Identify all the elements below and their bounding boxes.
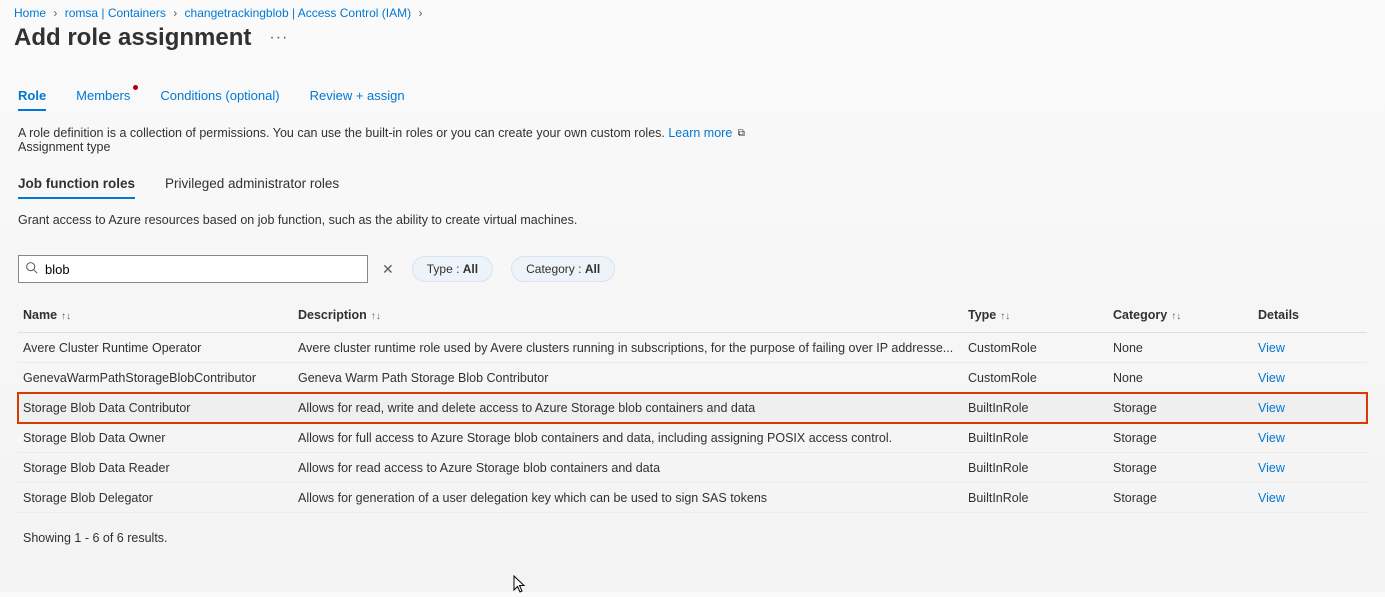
cell-type: CustomRole: [968, 371, 1113, 385]
cell-type: BuiltInRole: [968, 431, 1113, 445]
tab-review-assign[interactable]: Review + assign: [310, 88, 405, 111]
assignment-type-label: Assignment type: [18, 140, 110, 154]
cell-name: Storage Blob Data Contributor: [23, 401, 298, 415]
table-header-row: Name↑↓ Description↑↓ Type↑↓ Category↑↓ D…: [18, 297, 1367, 333]
table-row[interactable]: Storage Blob Data Reader Allows for read…: [18, 453, 1367, 483]
filter-category-value: All: [585, 262, 600, 276]
external-link-icon: ⧉: [738, 128, 745, 139]
cell-name: Storage Blob Data Reader: [23, 461, 298, 475]
cell-name: GenevaWarmPathStorageBlobContributor: [23, 371, 298, 385]
cell-type: BuiltInRole: [968, 401, 1113, 415]
filter-type-pill[interactable]: Type : All: [412, 256, 493, 282]
breadcrumb-containers[interactable]: romsa | Containers: [65, 6, 166, 20]
col-header-description[interactable]: Description↑↓: [298, 308, 968, 322]
sort-icon: ↑↓: [371, 311, 381, 322]
table-row[interactable]: GenevaWarmPathStorageBlobContributor Gen…: [18, 363, 1367, 393]
sort-icon: ↑↓: [1000, 311, 1010, 322]
view-link[interactable]: View: [1258, 431, 1285, 445]
filter-category-pill[interactable]: Category : All: [511, 256, 615, 282]
cell-description: Allows for full access to Azure Storage …: [298, 431, 968, 445]
view-link[interactable]: View: [1258, 371, 1285, 385]
subtab-privileged-admin[interactable]: Privileged administrator roles: [165, 176, 339, 199]
chevron-right-icon: ›: [53, 6, 57, 20]
more-actions-button[interactable]: ···: [269, 29, 288, 47]
breadcrumb-home[interactable]: Home: [14, 6, 46, 20]
filter-type-label: Type :: [427, 262, 463, 276]
tab-members-label: Members: [76, 88, 130, 103]
cell-category: Storage: [1113, 461, 1258, 475]
cell-name: Avere Cluster Runtime Operator: [23, 341, 298, 355]
breadcrumb: Home › romsa | Containers › changetracki…: [0, 0, 1385, 20]
tab-conditions[interactable]: Conditions (optional): [160, 88, 279, 111]
col-header-type[interactable]: Type↑↓: [968, 308, 1113, 322]
page-title: Add role assignment: [14, 24, 251, 52]
job-function-description: Grant access to Azure resources based on…: [18, 213, 1367, 227]
view-link[interactable]: View: [1258, 491, 1285, 505]
cell-type: BuiltInRole: [968, 491, 1113, 505]
view-link[interactable]: View: [1258, 461, 1285, 475]
cursor-icon: [513, 575, 527, 597]
roles-table: Name↑↓ Description↑↓ Type↑↓ Category↑↓ D…: [18, 297, 1367, 513]
sort-icon: ↑↓: [1171, 311, 1181, 322]
cell-description: Avere cluster runtime role used by Avere…: [298, 341, 968, 355]
chevron-right-icon: ›: [173, 6, 177, 20]
wizard-tabs: Role Members Conditions (optional) Revie…: [18, 88, 1367, 112]
cell-type: BuiltInRole: [968, 461, 1113, 475]
breadcrumb-iam[interactable]: changetrackingblob | Access Control (IAM…: [185, 6, 412, 20]
cell-description: Geneva Warm Path Storage Blob Contributo…: [298, 371, 968, 385]
role-description-text: A role definition is a collection of per…: [18, 126, 668, 140]
col-header-category[interactable]: Category↑↓: [1113, 308, 1258, 322]
role-search-input[interactable]: [18, 255, 368, 283]
alert-dot-icon: [133, 85, 138, 90]
results-count: Showing 1 - 6 of 6 results.: [18, 531, 1367, 545]
cell-description: Allows for generation of a user delegati…: [298, 491, 968, 505]
role-description: A role definition is a collection of per…: [18, 126, 1367, 154]
filter-category-label: Category :: [526, 262, 585, 276]
cell-category: Storage: [1113, 431, 1258, 445]
chevron-right-icon: ›: [418, 6, 422, 20]
cell-category: None: [1113, 371, 1258, 385]
cell-category: Storage: [1113, 401, 1258, 415]
tab-members[interactable]: Members: [76, 88, 130, 111]
table-row[interactable]: Storage Blob Data Contributor Allows for…: [18, 393, 1367, 423]
table-row[interactable]: Storage Blob Delegator Allows for genera…: [18, 483, 1367, 513]
table-row[interactable]: Avere Cluster Runtime Operator Avere clu…: [18, 333, 1367, 363]
cell-type: CustomRole: [968, 341, 1113, 355]
cell-category: Storage: [1113, 491, 1258, 505]
table-row[interactable]: Storage Blob Data Owner Allows for full …: [18, 423, 1367, 453]
learn-more-link[interactable]: Learn more: [668, 126, 732, 140]
view-link[interactable]: View: [1258, 341, 1285, 355]
subtab-job-function[interactable]: Job function roles: [18, 176, 135, 199]
col-header-details: Details: [1258, 308, 1385, 322]
sort-icon: ↑↓: [61, 311, 71, 322]
role-type-tabs: Job function roles Privileged administra…: [18, 176, 1367, 199]
filter-type-value: All: [463, 262, 478, 276]
cell-name: Storage Blob Data Owner: [23, 431, 298, 445]
col-header-name[interactable]: Name↑↓: [23, 308, 298, 322]
clear-search-button[interactable]: ✕: [382, 261, 394, 278]
tab-role[interactable]: Role: [18, 88, 46, 111]
view-link[interactable]: View: [1258, 401, 1285, 415]
cell-description: Allows for read, write and delete access…: [298, 401, 968, 415]
cell-name: Storage Blob Delegator: [23, 491, 298, 505]
cell-category: None: [1113, 341, 1258, 355]
cell-description: Allows for read access to Azure Storage …: [298, 461, 968, 475]
